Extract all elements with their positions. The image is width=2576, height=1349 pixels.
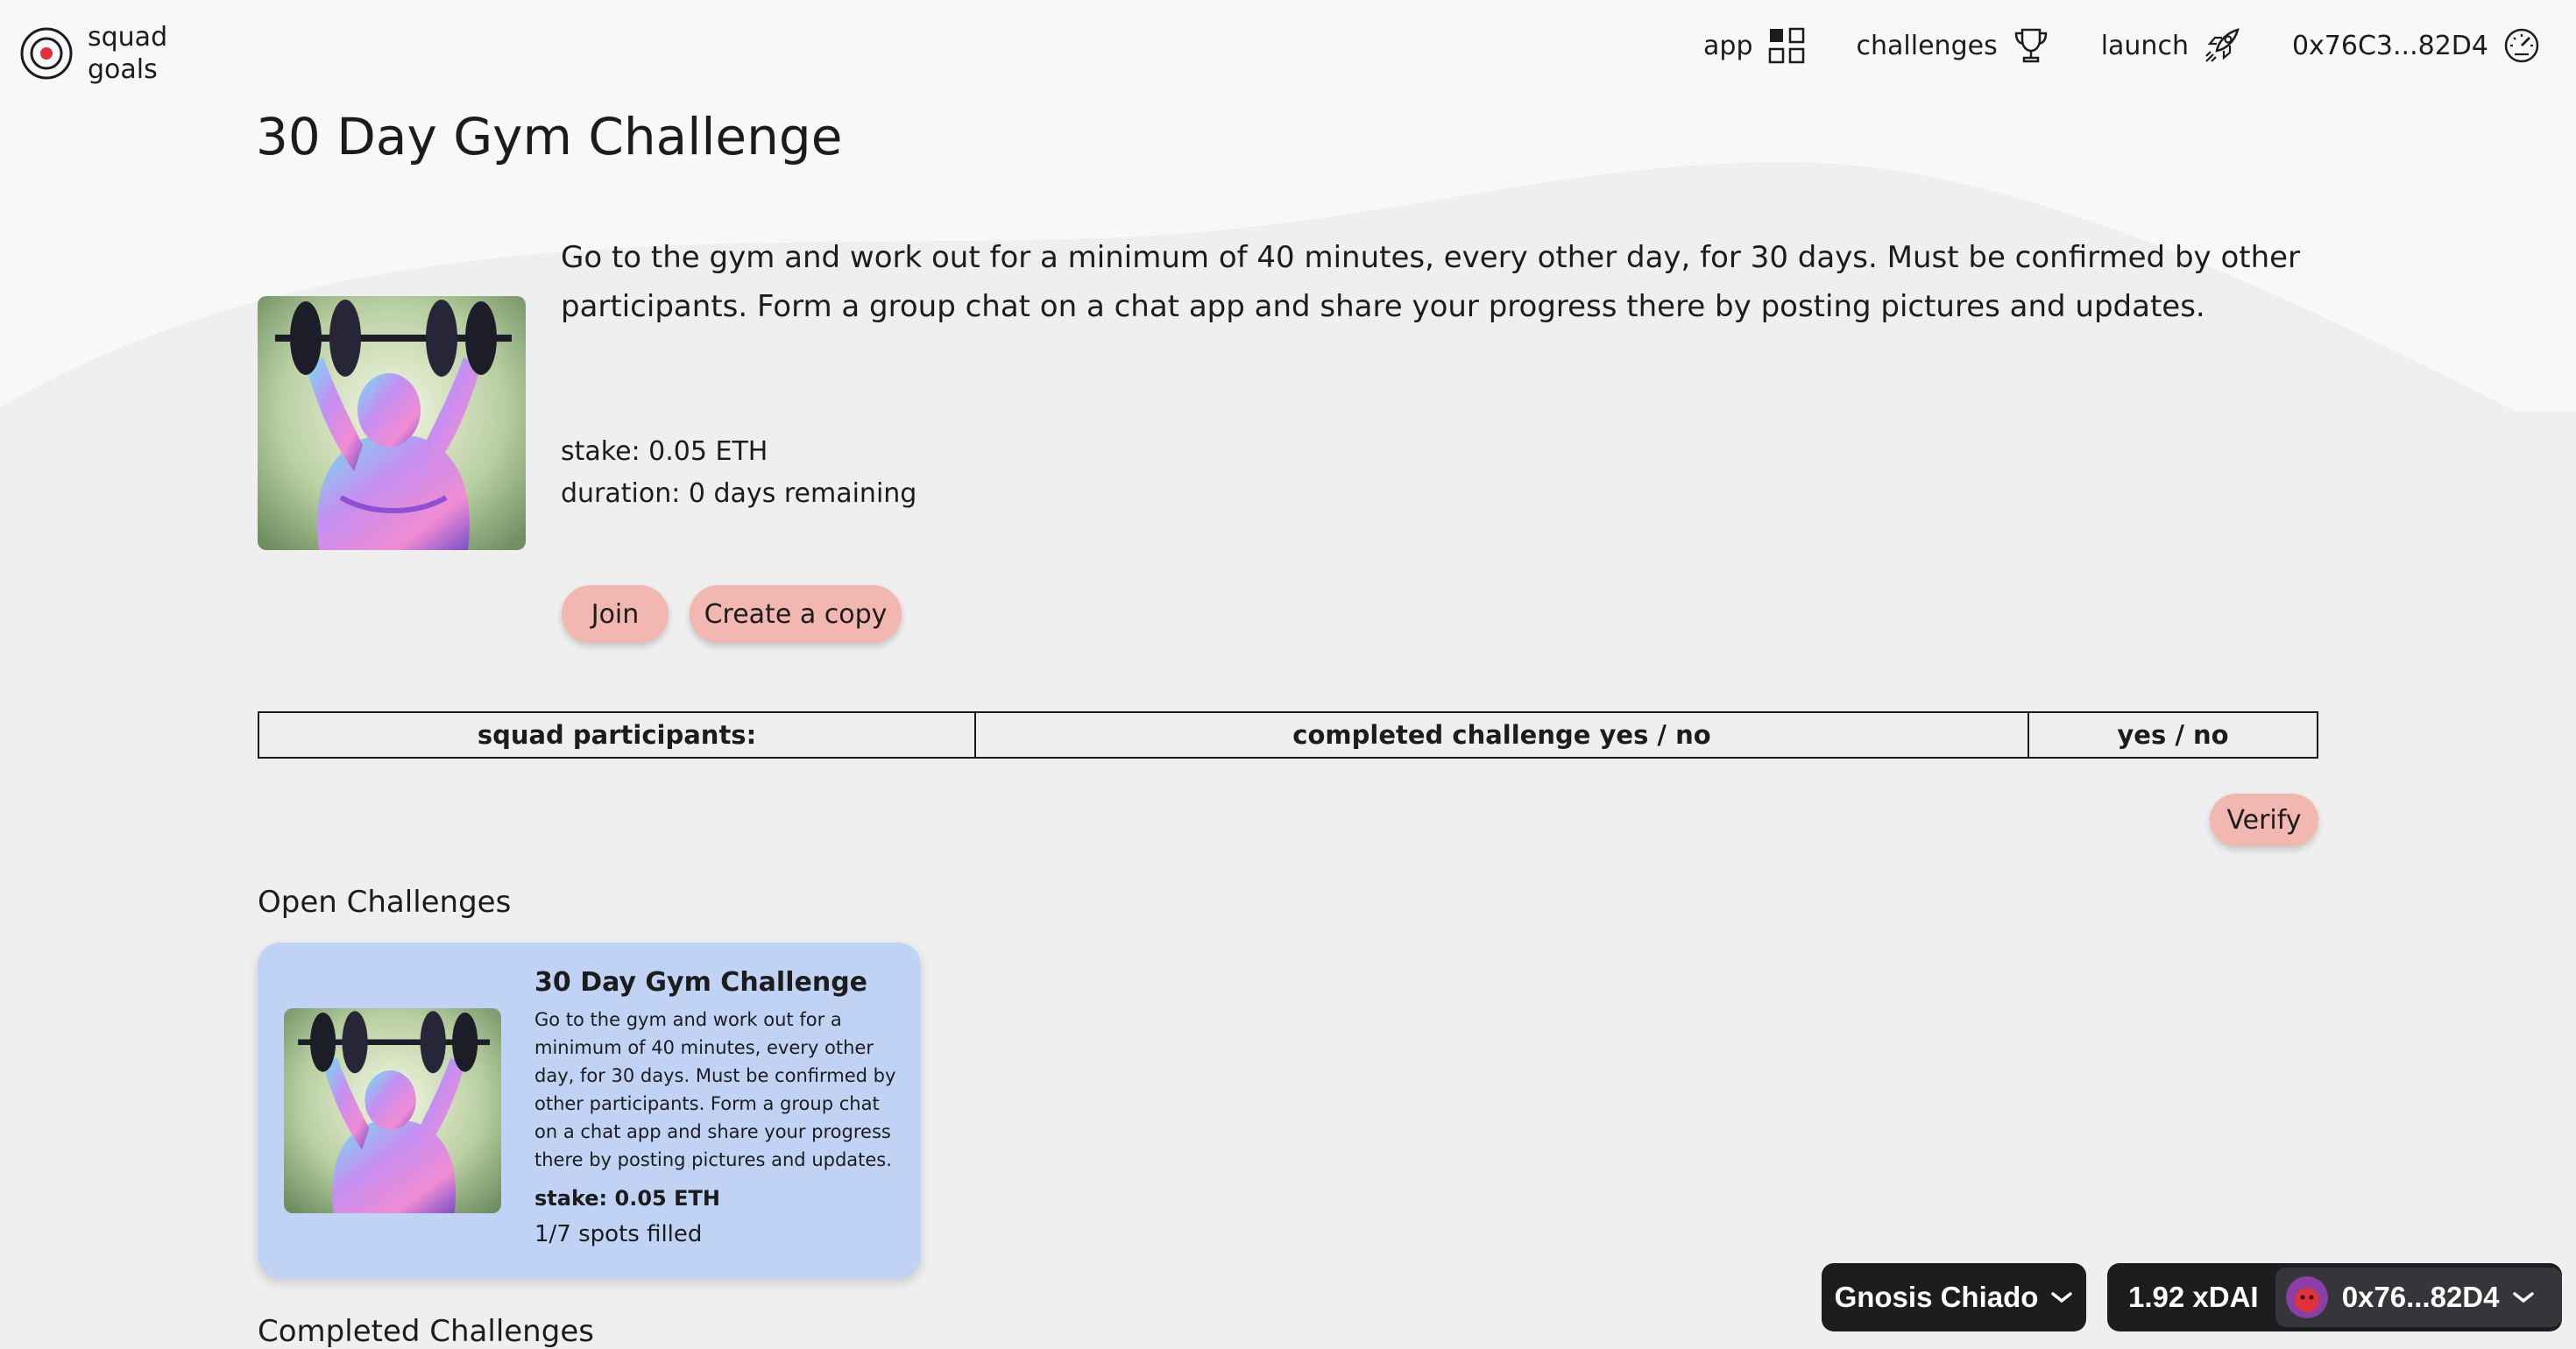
target-icon xyxy=(20,27,73,80)
participants-table: squad participants: completed challenge … xyxy=(258,711,2318,759)
grid-icon xyxy=(1768,27,1804,64)
challenge-duration: duration: 0 days remaining xyxy=(561,478,917,509)
yes-no-header: yes / no xyxy=(2117,720,2229,750)
completed-header: completed challenge yes / no xyxy=(976,713,2029,757)
participants-header: squad participants: xyxy=(259,713,976,757)
network-name: Gnosis Chiado xyxy=(1834,1281,2039,1313)
challenge-image xyxy=(258,296,526,550)
nav-challenges-label: challenges xyxy=(1856,30,1998,61)
wallet-balance: 1.92 xDAI xyxy=(2128,1281,2259,1313)
nav-item-challenges[interactable]: challenges xyxy=(1857,26,2050,65)
card-description: Go to the gym and work out for a minimum… xyxy=(534,1009,896,1170)
challenge-card[interactable]: 30 Day Gym Challenge Go to the gym and w… xyxy=(258,943,921,1278)
page-title: 30 Day Gym Challenge xyxy=(256,107,843,166)
completed-challenges-title: Completed Challenges xyxy=(258,1314,594,1349)
nav-account-label: 0x76C3...82D4 xyxy=(2291,30,2488,61)
verify-button[interactable]: Verify xyxy=(2210,794,2318,846)
create-copy-button[interactable]: Create a copy xyxy=(690,585,902,643)
brand-name-line1: squad xyxy=(88,22,168,53)
join-button[interactable]: Join xyxy=(562,585,669,643)
nav-item-app[interactable]: app xyxy=(1703,26,1805,65)
card-stake: stake: 0.05 ETH xyxy=(534,1186,720,1211)
wallet-address: 0x76...82D4 xyxy=(2341,1281,2500,1313)
nav-app-label: app xyxy=(1703,30,1753,61)
gauge-icon xyxy=(2504,28,2539,63)
chevron-down-icon xyxy=(2051,1292,2073,1303)
challenge-stake: stake: 0.05 ETH xyxy=(561,436,768,467)
avatar xyxy=(2285,1276,2328,1318)
challenge-description: Go to the gym and work out for a minimum… xyxy=(561,240,2301,324)
card-title: 30 Day Gym Challenge xyxy=(534,967,868,998)
wallet-address-button[interactable]: 0x76...82D4 xyxy=(2275,1268,2562,1327)
nav-item-launch[interactable]: launch xyxy=(2101,26,2241,65)
network-selector[interactable]: Gnosis Chiado xyxy=(1822,1263,2086,1331)
wallet-account-button[interactable]: 1.92 xDAI 0x76...82D4 xyxy=(2107,1263,2562,1331)
nav-item-account[interactable]: 0x76C3...82D4 xyxy=(2292,26,2541,65)
challenge-meta: stake: 0.05 ETH duration: 0 days remaini… xyxy=(561,431,916,515)
trophy-icon xyxy=(2014,28,2047,63)
open-challenges-title: Open Challenges xyxy=(258,885,512,920)
gym-illustration xyxy=(258,296,526,550)
rocket-icon xyxy=(2205,28,2240,62)
brand-name: squad goals xyxy=(88,21,167,86)
nav-launch-label: launch xyxy=(2100,30,2189,61)
chevron-down-icon xyxy=(2512,1292,2534,1303)
brand-logo[interactable]: squad goals xyxy=(19,21,167,86)
card-spots: 1/7 spots filled xyxy=(534,1221,703,1247)
gym-illustration xyxy=(284,1008,501,1213)
top-nav: app challenges launch 0x76C3...82D4 xyxy=(1703,26,2576,65)
brand-name-line2: goals xyxy=(88,54,158,85)
card-image xyxy=(284,1008,501,1213)
